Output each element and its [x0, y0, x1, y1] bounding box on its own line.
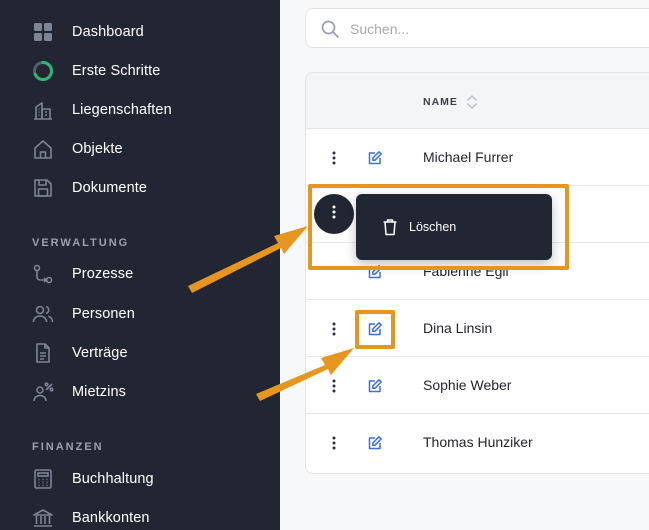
column-header-label: NAME: [423, 96, 458, 108]
table-row: Sophie Weber: [306, 357, 649, 414]
delete-menu-label: Löschen: [409, 220, 457, 234]
sidebar-item-dashboard[interactable]: Dashboard: [0, 12, 280, 51]
edit-icon[interactable]: [364, 261, 386, 283]
edit-icon[interactable]: [364, 432, 386, 454]
main-content: NAME Michael Furrer Fabienne Egli Dina L…: [280, 0, 649, 530]
search-input[interactable]: [350, 18, 649, 40]
delete-menu-item[interactable]: Löschen: [356, 210, 552, 244]
trash-icon: [382, 218, 398, 236]
sidebar-item-bankkonten[interactable]: Bankkonten: [0, 498, 280, 530]
sidebar: Dashboard Erste Schritte Liegenschaften …: [0, 0, 280, 530]
section-title-verwaltung: VERWALTUNG: [32, 237, 130, 249]
buildings-icon: [31, 98, 55, 122]
calculator-icon: [31, 467, 55, 491]
table-row: Dina Linsin: [306, 300, 649, 357]
sidebar-item-dokumente[interactable]: Dokumente: [0, 168, 280, 207]
more-options-icon[interactable]: [323, 318, 345, 340]
bank-icon: [31, 506, 55, 530]
search-icon: [320, 19, 340, 39]
column-header-name[interactable]: NAME: [423, 94, 478, 110]
sort-icon: [466, 94, 478, 110]
process-icon: [31, 262, 55, 286]
row-name: Michael Furrer: [423, 149, 514, 165]
row-name: Sophie Weber: [423, 377, 512, 393]
home-icon: [31, 137, 55, 161]
sidebar-item-vertraege[interactable]: Verträge: [0, 333, 280, 372]
sidebar-item-label: Verträge: [72, 344, 128, 361]
table-header: NAME: [306, 73, 649, 129]
sidebar-item-label: Mietzins: [72, 383, 126, 400]
persons-table: NAME Michael Furrer Fabienne Egli Dina L…: [305, 72, 649, 474]
search-box: [305, 8, 649, 48]
progress-ring-icon: [31, 59, 55, 83]
document-icon: [31, 341, 55, 365]
more-options-icon: [332, 205, 336, 224]
sidebar-item-label: Dokumente: [72, 179, 148, 196]
edit-icon[interactable]: [364, 318, 386, 340]
more-options-icon[interactable]: [323, 432, 345, 454]
table-row: Michael Furrer: [306, 129, 649, 186]
edit-icon[interactable]: [364, 375, 386, 397]
section-title-finanzen: FINANZEN: [32, 441, 104, 453]
row-name: Dina Linsin: [423, 320, 493, 336]
user-percent-icon: [31, 380, 55, 404]
sidebar-item-label: Objekte: [72, 140, 123, 157]
sidebar-item-mietzins[interactable]: Mietzins: [0, 372, 280, 411]
sidebar-item-erste-schritte[interactable]: Erste Schritte: [0, 51, 280, 90]
more-options-icon[interactable]: [323, 375, 345, 397]
sidebar-item-objekte[interactable]: Objekte: [0, 129, 280, 168]
sidebar-item-personen[interactable]: Personen: [0, 294, 280, 333]
sidebar-item-label: Liegenschaften: [72, 101, 172, 118]
table-row: Thomas Hunziker: [306, 414, 649, 471]
context-menu: Löschen: [356, 194, 552, 260]
sidebar-item-label: Dashboard: [72, 23, 144, 40]
sidebar-item-buchhaltung[interactable]: Buchhaltung: [0, 459, 280, 498]
sidebar-item-liegenschaften[interactable]: Liegenschaften: [0, 90, 280, 129]
more-options-button-active[interactable]: [314, 194, 354, 234]
row-name: Fabienne Egli: [423, 263, 509, 279]
edit-icon[interactable]: [364, 147, 386, 169]
sidebar-item-label: Erste Schritte: [72, 62, 161, 79]
row-name: Thomas Hunziker: [423, 434, 533, 450]
sidebar-item-label: Buchhaltung: [72, 470, 154, 487]
more-options-icon[interactable]: [323, 147, 345, 169]
sidebar-item-prozesse[interactable]: Prozesse: [0, 254, 280, 293]
users-icon: [31, 302, 55, 326]
grid-icon: [31, 20, 55, 44]
sidebar-item-label: Prozesse: [72, 265, 134, 282]
sidebar-item-label: Personen: [72, 305, 135, 322]
save-icon: [31, 176, 55, 200]
sidebar-item-label: Bankkonten: [72, 509, 150, 526]
